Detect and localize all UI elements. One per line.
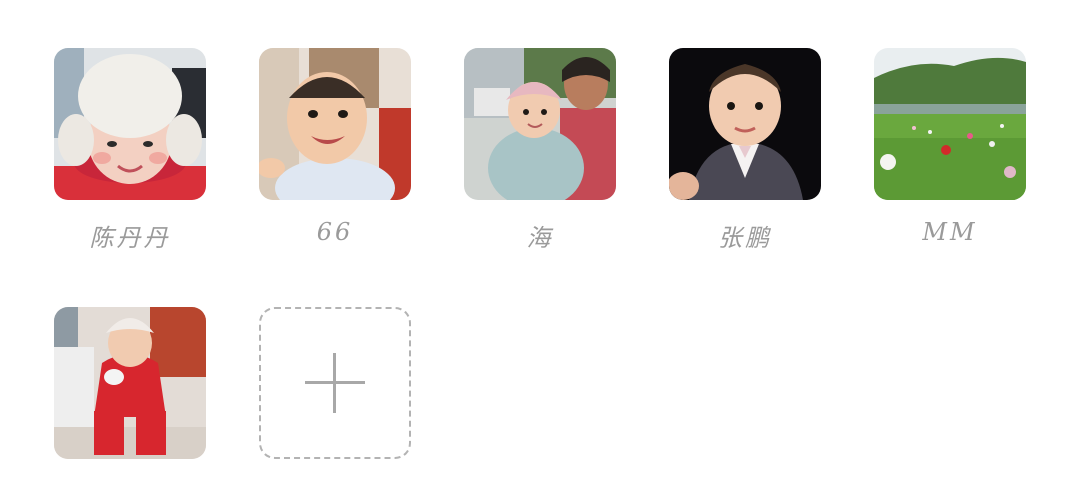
contact-tile-2[interactable]: 66: [259, 48, 411, 246]
add-contact-button[interactable]: [259, 307, 411, 459]
contact-name: 海: [526, 224, 554, 252]
toddler-red-outfit-photo: [54, 307, 206, 459]
contact-avatar-5[interactable]: [874, 48, 1026, 200]
contact-name: 张鹏: [718, 224, 772, 252]
contact-tile-4[interactable]: 张鹏: [669, 48, 821, 253]
flower-meadow-landscape-photo: [874, 48, 1026, 200]
contact-name: MM: [922, 218, 978, 246]
contact-avatar-3[interactable]: [464, 48, 616, 200]
contact-name: 66: [316, 218, 354, 246]
contact-avatar-1[interactable]: [54, 48, 206, 200]
contact-tile-5[interactable]: MM: [874, 48, 1026, 246]
contact-avatar-4[interactable]: [669, 48, 821, 200]
contact-tile-6[interactable]: [54, 307, 206, 477]
contact-avatar-2[interactable]: [259, 48, 411, 200]
baby-in-suit-photo: [669, 48, 821, 200]
contact-tile-1[interactable]: 陈丹丹: [54, 48, 206, 253]
plus-icon-vertical: [333, 353, 336, 413]
smiling-baby-photo: [259, 48, 411, 200]
contact-grid: 陈丹丹 66 海 张鹏 MM: [0, 0, 1080, 481]
contact-tile-3[interactable]: 海: [464, 48, 616, 253]
child-white-hat-red-jacket-photo: [54, 48, 206, 200]
woman-holding-baby-photo: [464, 48, 616, 200]
contact-name: 陈丹丹: [89, 224, 171, 252]
contact-avatar-6[interactable]: [54, 307, 206, 459]
